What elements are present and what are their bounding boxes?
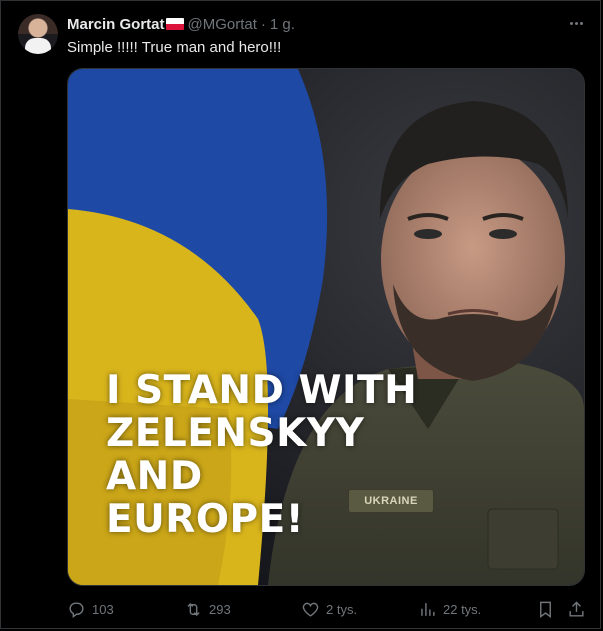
share-button[interactable] [567,597,586,621]
heart-icon [302,602,319,617]
author-handle[interactable]: @MGortat [188,16,257,33]
reply-button[interactable]: 103 [67,597,114,621]
retweet-count: 293 [209,601,231,617]
timestamp[interactable]: 1 g. [270,16,295,33]
view-count: 22 tys. [443,601,482,617]
image-overlay-text: I STAND WITH ZELENSKYY AND EUROPE! [106,369,417,541]
overlay-line-1: I STAND WITH [106,368,418,413]
bookmark-button[interactable] [536,597,555,621]
separator: · [260,15,266,33]
tweet-text: Simple !!!!! True man and hero!!! [67,39,282,56]
more-options-icon[interactable] [567,14,585,32]
tweet-header: Marcin Gortat @MGortat · 1 g. [67,15,295,33]
reply-count: 103 [92,601,114,617]
like-button[interactable]: 2 tys. [301,597,357,621]
author-name[interactable]: Marcin Gortat [67,16,165,33]
tweet-card[interactable]: Marcin Gortat @MGortat · 1 g. Simple !!!… [0,0,601,629]
share-icon [569,600,584,617]
overlay-line-2: ZELENSKYY [106,411,365,456]
avatar[interactable] [18,14,58,54]
views-button[interactable]: 22 tys. [418,597,481,621]
like-count: 2 tys. [326,601,358,617]
retweet-icon [187,602,200,616]
action-bar: 103 293 2 tys. 22 tys. [1,597,603,621]
retweet-button[interactable]: 293 [184,597,231,621]
reply-icon [69,601,84,618]
poland-flag-icon [165,18,184,30]
bookmark-icon [540,601,551,618]
tweet-image[interactable]: I STAND WITH ZELENSKYY AND EUROPE! UKRAI… [67,68,585,586]
shirt-badge: UKRAINE [348,489,434,513]
analytics-icon [421,602,435,616]
